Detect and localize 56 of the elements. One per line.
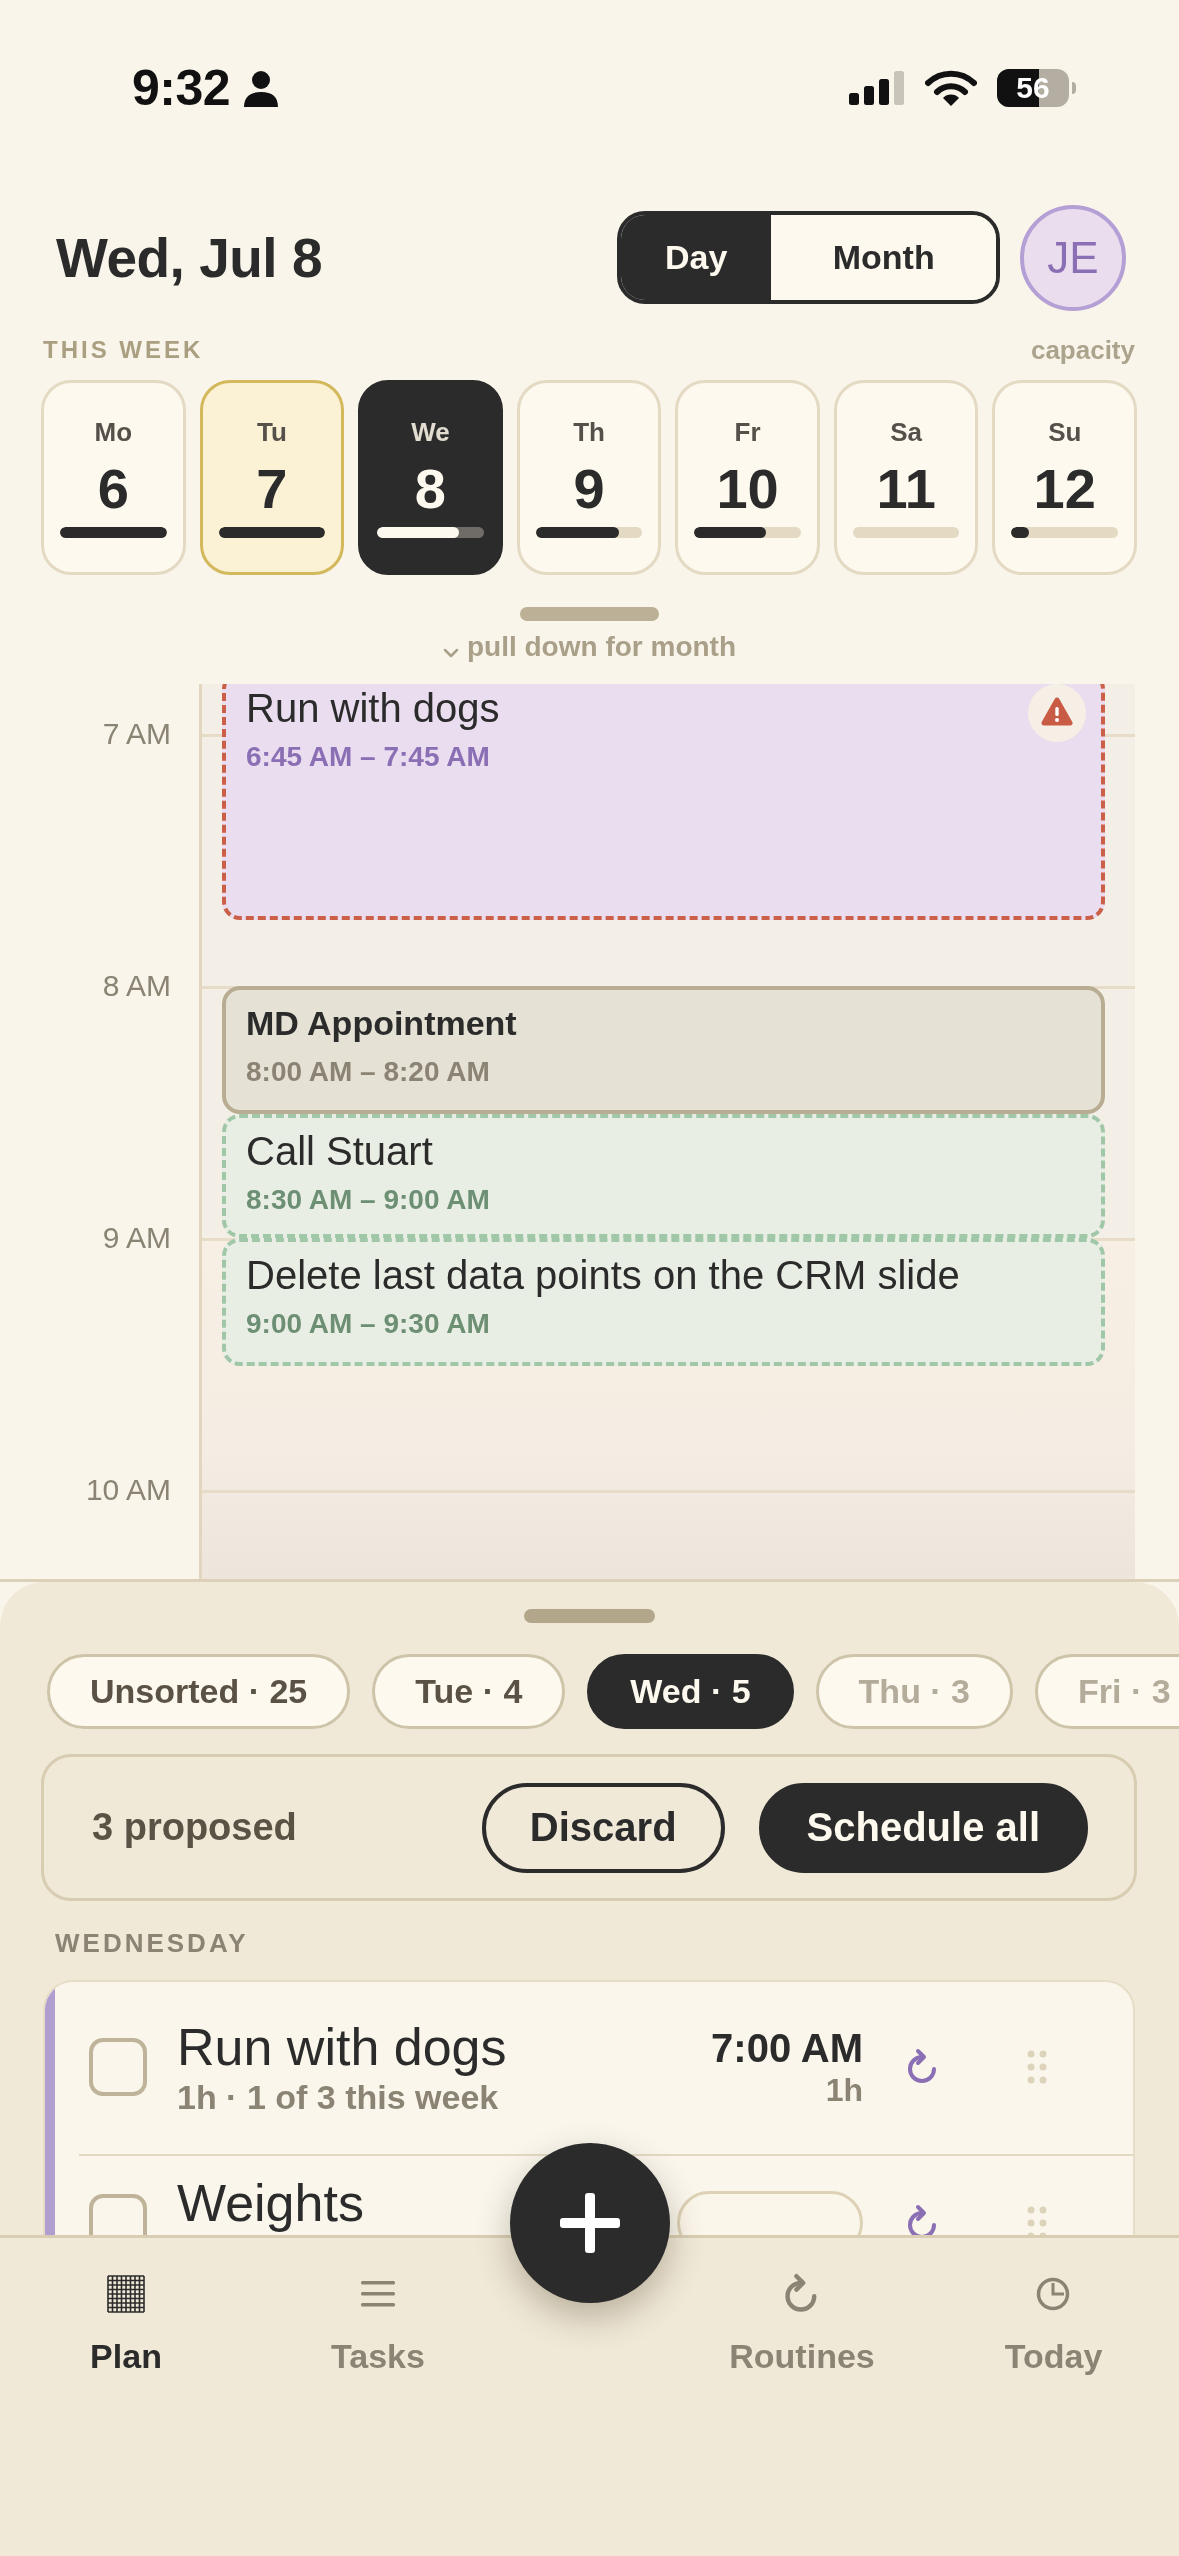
day-card[interactable]: Tu 7 (199, 380, 345, 575)
drag-handle-icon[interactable] (1027, 2206, 1047, 2235)
task-duration: 1h (824, 2071, 863, 2109)
checkbox[interactable] (89, 2038, 147, 2096)
chevron-down-icon (442, 648, 459, 658)
day-card[interactable]: Su 12 (992, 380, 1138, 575)
calendar-event[interactable]: Call Stuart 8:30 AM – 9:00 AM (222, 1114, 1105, 1238)
event-title: Call Stuart (246, 1128, 433, 1175)
grabber-handle[interactable] (520, 607, 659, 621)
task-subtitle: 1h · 1 of 3 this week (177, 2077, 499, 2117)
discard-button[interactable]: Discard (481, 1782, 725, 1873)
status-time: 9:32 (132, 59, 231, 117)
task-title: Weights (177, 2173, 364, 2233)
proposed-count: 3 proposed (92, 1806, 298, 1849)
clock-icon (1036, 2277, 1071, 2311)
calendar-event[interactable]: Run with dogs 6:45 AM – 7:45 AM (222, 684, 1105, 920)
nav-tab[interactable]: Plan (90, 2271, 162, 2376)
event-time: 6:45 AM – 7:45 AM (246, 740, 490, 774)
grabber-handle[interactable] (524, 1609, 655, 1623)
day-filter-chip[interactable]: Tue · 4 (372, 1654, 566, 1729)
hour-label: 7 AM (102, 716, 171, 752)
task-time: 7:00 AM (711, 2025, 863, 2071)
view-tab[interactable]: Day (621, 215, 772, 300)
section-label: WEDNESDAY (54, 1929, 250, 1957)
event-title: MD Appointment (246, 1003, 517, 1044)
wifi-icon (925, 69, 977, 107)
day-card[interactable]: Fr 10 (675, 380, 820, 575)
day-card[interactable]: Th 9 (516, 380, 662, 575)
day-filter-chip[interactable]: Wed · 5 (587, 1654, 794, 1729)
warning-icon (1028, 684, 1086, 742)
event-time: 9:00 AM – 9:30 AM (246, 1307, 490, 1341)
day-card[interactable]: Mo 6 (41, 380, 186, 575)
capacity-label: capacity (1030, 334, 1135, 366)
calendar-event[interactable]: MD Appointment 8:00 AM – 8:20 AM (222, 986, 1105, 1114)
hour-label: 8 AM (102, 968, 171, 1004)
hour-label: 9 AM (102, 1220, 171, 1256)
plus-icon (560, 2193, 620, 2253)
schedule-all-button[interactable]: Schedule all (758, 1782, 1088, 1873)
pull-hint: pull down for month (466, 631, 737, 663)
page-title: Wed, Jul 8 (56, 225, 323, 290)
day-filter-chip[interactable]: Unsorted · 25 (47, 1654, 351, 1729)
section-label: THIS WEEK (43, 336, 204, 364)
hour-label: 10 AM (85, 1472, 171, 1508)
calendar-event[interactable]: Delete last data points on the CRM slide 9:00 AM – 9:30 AM (222, 1238, 1105, 1366)
task-title: Run with dogs (177, 2017, 507, 2077)
day-card[interactable]: We 8 (358, 380, 503, 575)
day-card[interactable]: Sa 11 (833, 380, 979, 575)
signal-icon (849, 71, 905, 105)
grid-icon (106, 2274, 146, 2314)
event-title: Run with dogs (246, 685, 500, 732)
event-time: 8:30 AM – 9:00 AM (246, 1183, 490, 1217)
person-icon (244, 71, 279, 107)
drag-handle-icon[interactable] (1027, 2050, 1047, 2084)
list-icon (361, 2281, 395, 2307)
event-time: 8:00 AM – 8:20 AM (246, 1055, 490, 1089)
event-title: Delete last data points on the CRM slide (246, 1252, 960, 1299)
